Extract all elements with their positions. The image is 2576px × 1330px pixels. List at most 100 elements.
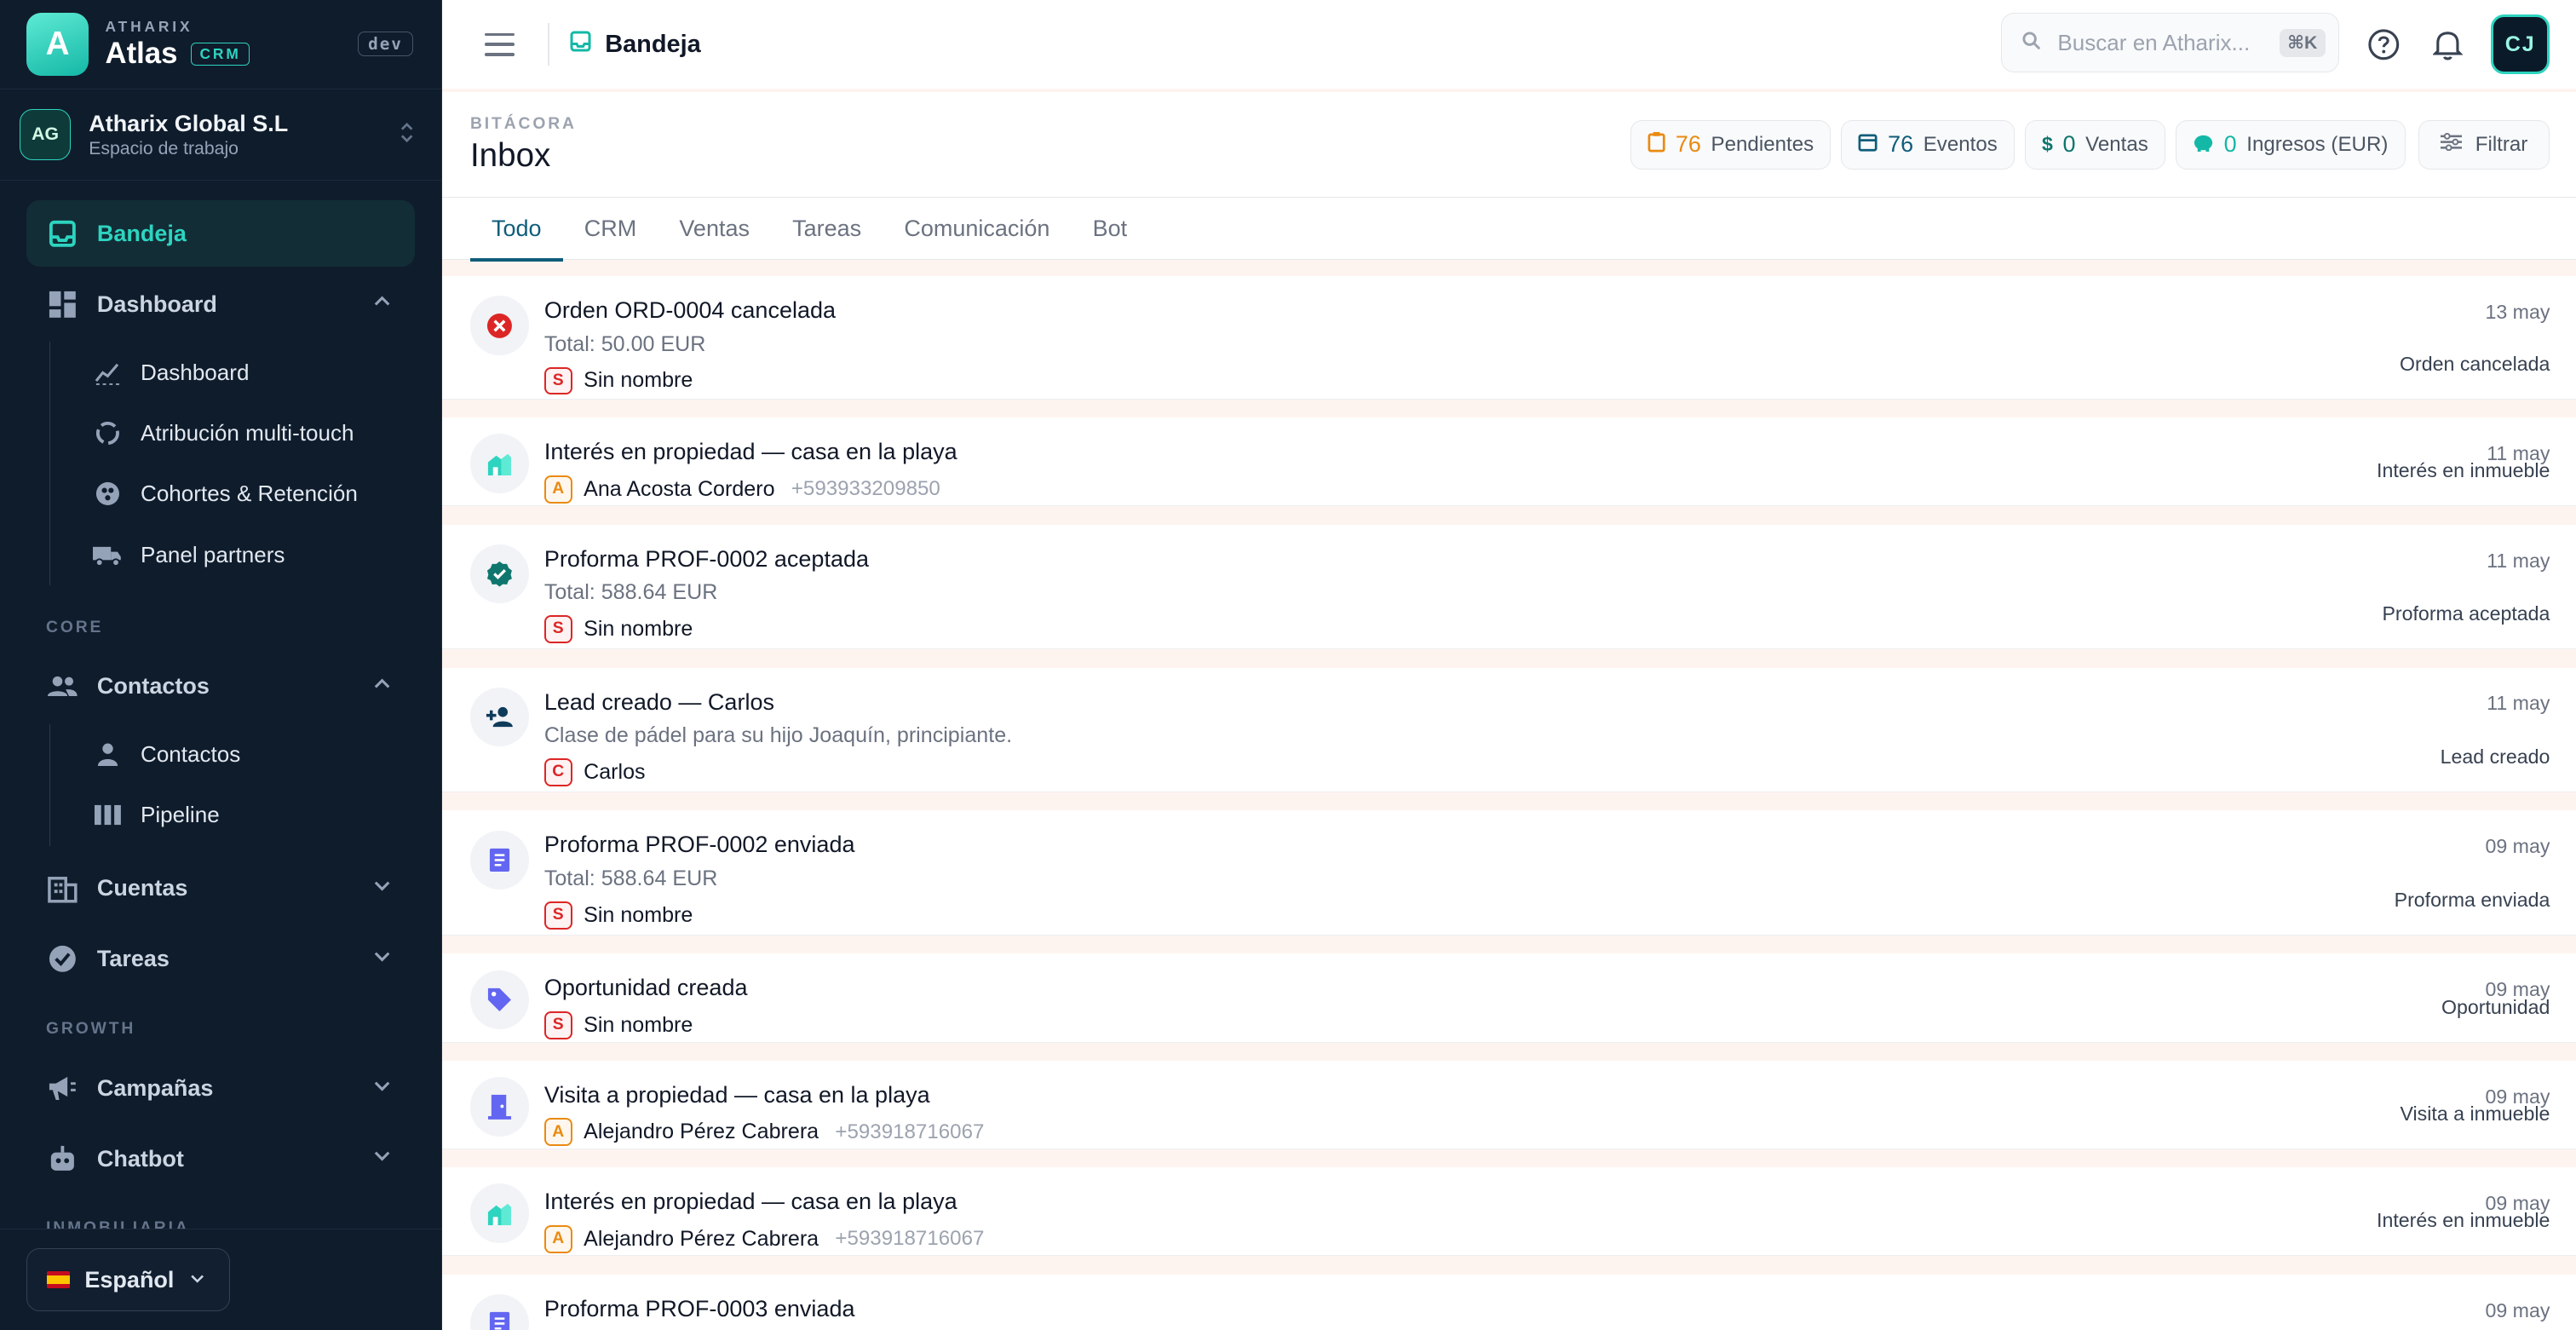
tag-icon — [469, 970, 530, 1030]
sidebar-item-atribucion[interactable]: Atribución multi-touch — [66, 403, 415, 463]
sidebar-group-dashboard[interactable]: Dashboard — [26, 271, 415, 337]
feed-subtitle: Clase de pádel para su hijo Joaquín, pri… — [543, 723, 1013, 748]
feed-item[interactable]: Interés en propiedad — casa en la playa … — [442, 417, 2576, 507]
feed-item[interactable]: Orden ORD-0004 cancelada Total: 50.00 EU… — [442, 276, 2576, 400]
stat-label: Ingresos (EUR) — [2246, 132, 2389, 156]
contact-name[interactable]: Sin nombre — [584, 617, 693, 642]
tab-todo[interactable]: Todo — [469, 198, 564, 262]
chevron-up-icon — [372, 291, 392, 318]
contact-name[interactable]: Sin nombre — [584, 903, 693, 928]
tab-ventas[interactable]: Ventas — [658, 198, 771, 260]
contact-name[interactable]: Sin nombre — [584, 368, 693, 393]
contactos-submenu: Contactos Pipeline — [49, 723, 415, 846]
stat-label: Ventas — [2085, 132, 2148, 156]
sidebar-item-label: Atribución multi-touch — [141, 420, 354, 446]
sidebar-footer: Español — [0, 1228, 442, 1330]
filter-icon — [2441, 132, 2463, 157]
sidebar-item-label: Contactos — [141, 741, 241, 768]
feed-type: Oportunidad — [2441, 995, 2550, 1018]
topbar: Bandeja Buscar en Atharix... ⌘K CJ — [442, 0, 2576, 89]
brand[interactable]: A ATHARIX Atlas CRM dev — [0, 0, 441, 89]
chevron-down-icon — [372, 875, 392, 901]
sidebar-item-dashboard[interactable]: Dashboard — [66, 342, 415, 402]
chevron-down-icon — [372, 1075, 392, 1102]
feed-item[interactable]: Proforma PROF-0002 enviada Total: 588.64… — [442, 810, 2576, 936]
feed-title: Visita a propiedad — casa en la playa — [543, 1081, 930, 1108]
sidebar-item-contactos[interactable]: Contactos — [66, 724, 415, 785]
feed-item[interactable]: Interés en propiedad — casa en la playa … — [442, 1167, 2576, 1257]
stat-eventos[interactable]: 76 Eventos — [1841, 119, 2015, 170]
contact-initial: A — [543, 1224, 572, 1253]
stat-ventas[interactable]: $ 0 Ventas — [2024, 119, 2166, 170]
feed-item[interactable]: Visita a propiedad — casa en la playa AA… — [442, 1060, 2576, 1149]
contact-name[interactable]: Carlos — [584, 760, 645, 785]
property-icon — [469, 1183, 530, 1243]
sidebar-group-label: Tareas — [96, 946, 170, 972]
user-avatar[interactable]: CJ — [2490, 14, 2550, 74]
filter-button[interactable]: Filtrar — [2418, 119, 2550, 170]
contact-initial: S — [543, 1010, 572, 1039]
sidebar-group-tareas[interactable]: Tareas — [26, 926, 415, 992]
feed-title: Proforma PROF-0003 enviada — [543, 1295, 855, 1321]
feed-type: Lead creado — [2440, 746, 2550, 769]
stat-ingresos[interactable]: 0 Ingresos (EUR) — [2175, 119, 2406, 170]
circle-arrows-icon — [93, 418, 123, 448]
feed-item[interactable]: Lead creado — Carlos Clase de pádel para… — [442, 667, 2576, 793]
menu-icon[interactable] — [485, 32, 515, 56]
feed-subtitle: Total: 588.64 EUR — [543, 580, 718, 605]
tab-comunicacion[interactable]: Comunicación — [883, 198, 1071, 260]
brand-company: ATHARIX — [105, 18, 193, 36]
building-icon — [46, 872, 79, 906]
stat-pendientes[interactable]: 76 Pendientes — [1630, 119, 1831, 170]
feed-list: Orden ORD-0004 cancelada Total: 50.00 EU… — [442, 276, 2576, 1330]
workspace-switcher[interactable]: AG Atharix Global S.L Espacio de trabajo — [0, 89, 442, 181]
contact-initial: A — [543, 475, 572, 504]
sidebar-item-pipeline[interactable]: Pipeline — [66, 785, 415, 845]
feed-subtitle: Total: 588.64 EUR — [543, 867, 718, 891]
chevron-down-icon — [372, 1146, 392, 1172]
tab-bot[interactable]: Bot — [1072, 198, 1149, 260]
search-input[interactable]: Buscar en Atharix... ⌘K — [2000, 13, 2340, 72]
sidebar-group-chatbot[interactable]: Chatbot — [26, 1126, 415, 1191]
sidebar: A ATHARIX Atlas CRM dev AG Atharix Globa… — [0, 0, 443, 1330]
clipboard-icon — [1647, 131, 1665, 158]
breadcrumb-label: Bandeja — [605, 30, 701, 58]
contact-name[interactable]: Alejandro Pérez Cabrera — [584, 1120, 819, 1144]
stats-bar: 76 Pendientes 76 Eventos $ 0 Ventas 0 In… — [1630, 119, 2550, 170]
feed-title: Oportunidad creada — [543, 975, 748, 1001]
search-shortcut: ⌘K — [2279, 28, 2326, 57]
people-icon — [46, 670, 79, 703]
sidebar-group-cuentas[interactable]: Cuentas — [26, 855, 415, 921]
feed-item[interactable]: Proforma PROF-0002 aceptada Total: 588.6… — [442, 524, 2576, 650]
sidebar-item-bandeja[interactable]: Bandeja — [26, 200, 416, 267]
contact-initial: S — [543, 366, 572, 395]
sidebar-item-partners[interactable]: Panel partners — [66, 525, 415, 585]
tab-crm[interactable]: CRM — [563, 198, 658, 260]
chevron-up-icon — [372, 673, 392, 700]
stat-label: Pendientes — [1711, 132, 1814, 156]
sidebar-item-cohortes[interactable]: Cohortes & Retención — [66, 463, 415, 524]
language-selector[interactable]: Español — [26, 1248, 231, 1311]
sidebar-group-contactos[interactable]: Contactos — [26, 653, 415, 719]
chevron-down-icon — [189, 1267, 205, 1293]
search-placeholder: Buscar en Atharix... — [2057, 29, 2251, 55]
contact-name[interactable]: Sin nombre — [584, 1013, 693, 1038]
contact-name[interactable]: Ana Acosta Cordero — [584, 477, 774, 502]
tab-tareas[interactable]: Tareas — [771, 198, 883, 260]
feed-title: Interés en propiedad — casa en la playa — [543, 439, 957, 465]
sidebar-group-label: Dashboard — [96, 291, 217, 317]
feed-item[interactable]: Oportunidad creada S Sin nombre 09 may Op… — [442, 953, 2576, 1043]
contact-phone: +593933209850 — [791, 477, 940, 501]
stat-value: 76 — [1675, 131, 1701, 158]
page-header: BITÁCORA Inbox 76 Pendientes 76 Eventos … — [442, 92, 2576, 198]
sidebar-group-campanas[interactable]: Campañas — [26, 1056, 415, 1121]
brand-badge: CRM — [190, 43, 250, 66]
property-icon — [469, 434, 530, 493]
help-icon[interactable] — [2366, 26, 2401, 62]
unfold-icon — [399, 121, 415, 146]
feed-item[interactable]: Proforma PROF-0003 enviada 09 may — [442, 1274, 2576, 1330]
main-content: Bandeja Buscar en Atharix... ⌘K CJ BITÁC… — [442, 0, 2576, 1330]
feed-title: Proforma PROF-0002 enviada — [543, 832, 855, 858]
contact-name[interactable]: Alejandro Pérez Cabrera — [584, 1227, 819, 1252]
bell-icon[interactable] — [2430, 26, 2466, 62]
